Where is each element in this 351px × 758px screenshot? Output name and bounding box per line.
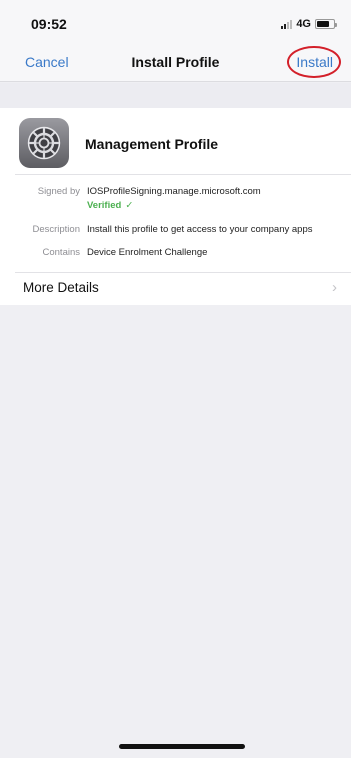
profile-name: Management Profile [85, 136, 219, 152]
signal-strength-icon [281, 19, 293, 29]
signed-by-label: Signed by [37, 186, 80, 197]
verified-label: Verified [87, 200, 122, 211]
checkmark-icon: ✓ [125, 200, 134, 211]
network-type: 4G [296, 18, 311, 30]
description-value: Install this profile to get access to yo… [87, 224, 313, 235]
verified-status: Verified ✓ [87, 200, 133, 211]
more-details-row[interactable]: More Details › [0, 272, 351, 305]
contains-label: Contains [42, 247, 81, 258]
battery-icon [315, 19, 337, 29]
status-time: 09:52 [31, 16, 67, 32]
profile-header: Management Profile [0, 108, 351, 174]
divider [15, 174, 351, 175]
home-indicator[interactable] [119, 744, 245, 749]
contains-value: Device Enrolment Challenge [87, 247, 208, 258]
status-indicators: 4G [281, 18, 337, 30]
section-spacer [0, 83, 351, 108]
signed-by-value: IOSProfileSigning.manage.microsoft.com [87, 186, 261, 197]
profile-card: Management Profile Signed by IOSProfileS… [0, 108, 351, 305]
status-bar: 09:52 4G [0, 0, 351, 40]
description-label: Description [32, 224, 80, 235]
more-details-label: More Details [23, 280, 99, 295]
chevron-right-icon: › [332, 279, 337, 296]
install-button[interactable]: Install [287, 46, 341, 78]
settings-gear-icon [19, 118, 69, 168]
navigation-bar: Cancel Install Profile Install [0, 40, 351, 82]
install-profile-screen: 09:52 4G Cancel Install Profile Install [0, 0, 351, 758]
